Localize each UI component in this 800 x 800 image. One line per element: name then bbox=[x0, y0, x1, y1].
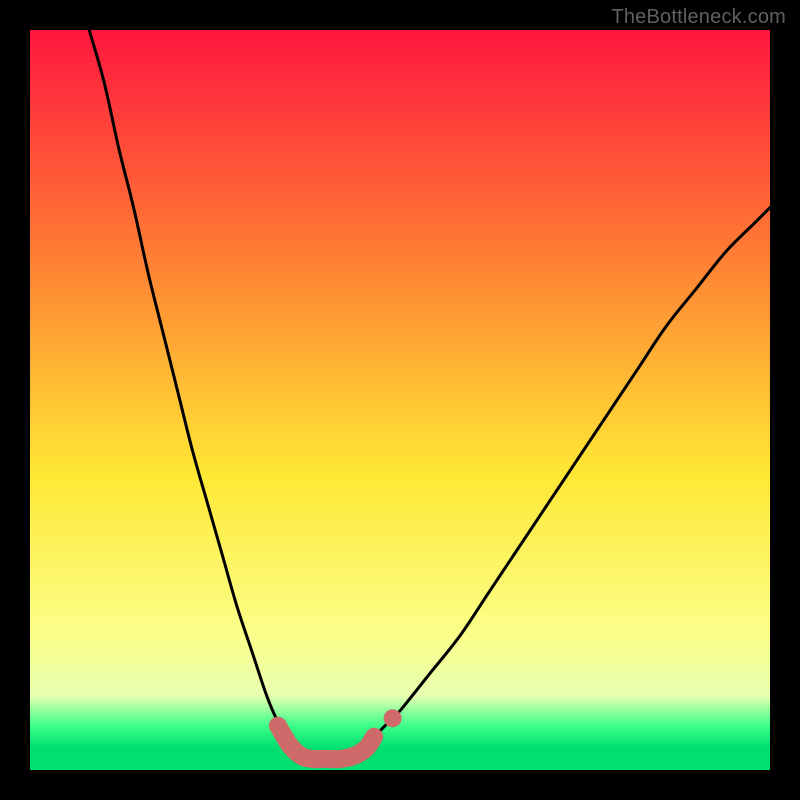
plot-background bbox=[30, 30, 770, 770]
chart-container: TheBottleneck.com bbox=[0, 0, 800, 800]
right-dot bbox=[384, 709, 402, 727]
chart-svg bbox=[0, 0, 800, 800]
watermark-text: TheBottleneck.com bbox=[611, 6, 786, 29]
